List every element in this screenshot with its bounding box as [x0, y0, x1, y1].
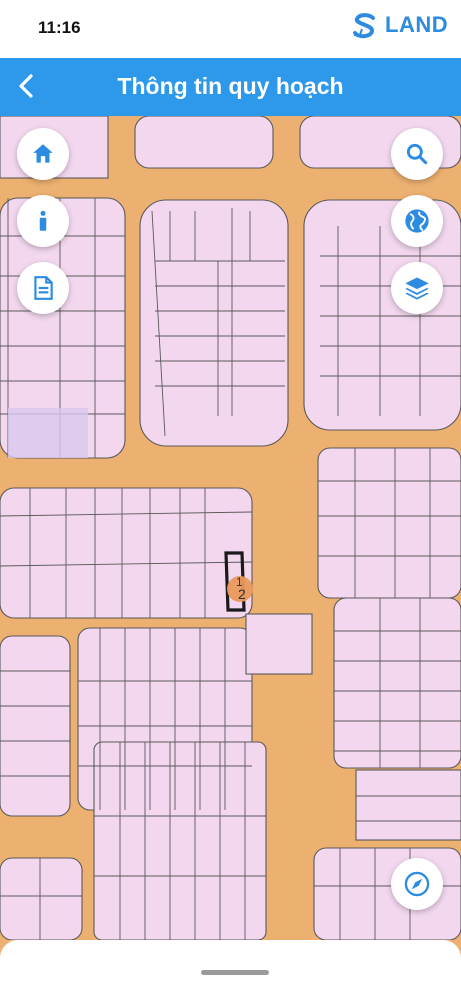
app-header: Thông tin quy hoạch: [0, 58, 461, 116]
layers-button[interactable]: [391, 262, 443, 314]
planning-map[interactable]: 1 2: [0, 116, 461, 940]
map-canvas[interactable]: 1 2: [0, 116, 461, 940]
brand-logo: LAND: [351, 12, 449, 42]
home-button[interactable]: [17, 128, 69, 180]
home-indicator[interactable]: [201, 970, 269, 975]
info-button[interactable]: [17, 195, 69, 247]
status-time: 11:16: [38, 18, 81, 37]
home-icon: [33, 144, 53, 163]
search-button[interactable]: [391, 128, 443, 180]
bottom-sheet[interactable]: [0, 940, 461, 1000]
brand-mark-icon: [353, 13, 375, 39]
plot-label-2: 2: [238, 586, 246, 602]
document-icon: [34, 276, 53, 300]
page-title: Thông tin quy hoạch: [117, 73, 344, 99]
search-icon: [406, 143, 428, 165]
compass-icon: [404, 871, 430, 897]
globe-button[interactable]: [391, 195, 443, 247]
globe-icon: [405, 209, 429, 233]
compass-button[interactable]: [391, 858, 443, 910]
document-button[interactable]: [17, 262, 69, 314]
map-highlight-area: [8, 408, 88, 458]
brand-text: LAND: [385, 12, 449, 37]
info-icon: [39, 210, 47, 231]
status-bar: 11:16 LAND: [0, 0, 461, 58]
layers-icon: [405, 277, 429, 300]
